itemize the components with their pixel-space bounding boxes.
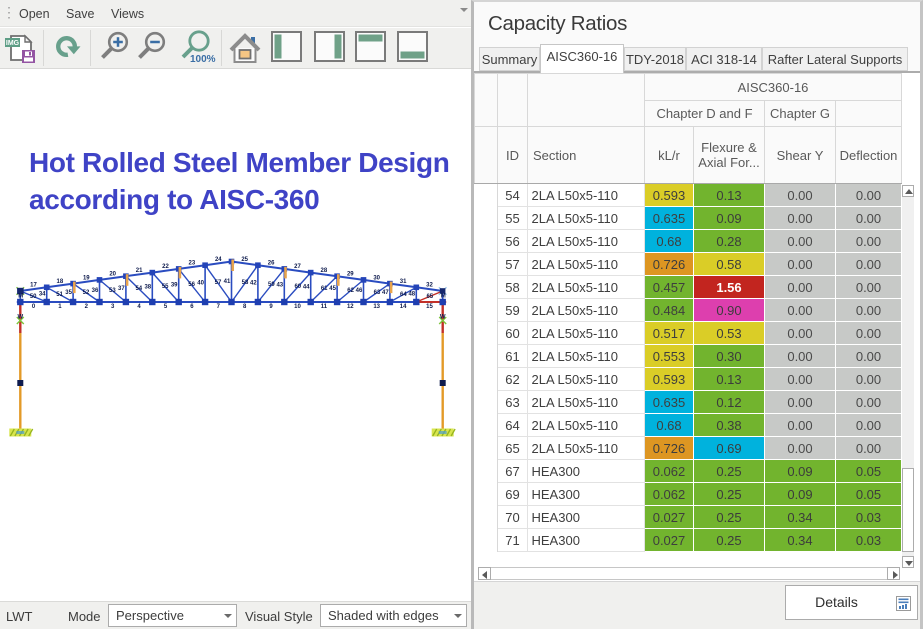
svg-text:17: 17 — [30, 283, 37, 289]
svg-text:19: 19 — [83, 275, 90, 281]
svg-text:35: 35 — [65, 290, 72, 296]
svg-text:52: 52 — [83, 290, 90, 296]
svg-text:25: 25 — [241, 257, 248, 263]
svg-text:64: 64 — [400, 292, 407, 298]
svg-text:18: 18 — [57, 279, 64, 285]
svg-text:57: 57 — [215, 280, 222, 286]
svg-text:7: 7 — [217, 304, 221, 310]
svg-text:36: 36 — [92, 288, 99, 294]
svg-text:27: 27 — [294, 264, 301, 270]
svg-text:0: 0 — [32, 304, 36, 310]
svg-text:26: 26 — [268, 261, 275, 267]
svg-text:51: 51 — [56, 292, 63, 298]
svg-text:9: 9 — [269, 304, 273, 310]
svg-text:48: 48 — [408, 292, 415, 298]
svg-text:41: 41 — [224, 279, 231, 285]
svg-text:50: 50 — [30, 294, 37, 300]
svg-text:10: 10 — [294, 304, 301, 310]
svg-text:39: 39 — [171, 282, 178, 288]
svg-text:12: 12 — [347, 304, 354, 310]
svg-text:63: 63 — [374, 290, 381, 296]
svg-text:2: 2 — [85, 304, 89, 310]
svg-text:47: 47 — [382, 290, 389, 296]
svg-text:44: 44 — [303, 284, 310, 290]
svg-text:M: M — [18, 294, 23, 300]
svg-text:38: 38 — [144, 284, 151, 290]
svg-text:42: 42 — [250, 281, 257, 287]
svg-text:5: 5 — [164, 304, 168, 310]
svg-text:6: 6 — [190, 304, 194, 310]
svg-text:43: 43 — [276, 282, 283, 288]
svg-text:53: 53 — [109, 288, 116, 294]
svg-text:58: 58 — [242, 280, 249, 286]
svg-text:62: 62 — [347, 288, 354, 294]
svg-text:15: 15 — [426, 304, 433, 310]
svg-text:32: 32 — [426, 283, 433, 289]
svg-text:IMG: IMG — [6, 40, 20, 47]
svg-text:40: 40 — [197, 281, 204, 287]
svg-text:20: 20 — [109, 272, 116, 278]
svg-text:46: 46 — [356, 288, 363, 294]
svg-text:100%: 100% — [190, 54, 216, 64]
svg-text:54: 54 — [135, 286, 142, 292]
svg-text:59: 59 — [268, 282, 275, 288]
svg-text:13: 13 — [373, 304, 380, 310]
svg-text:60: 60 — [294, 284, 301, 290]
svg-text:45: 45 — [329, 286, 336, 292]
svg-text:3: 3 — [111, 304, 115, 310]
svg-text:8: 8 — [243, 304, 247, 310]
svg-text:4: 4 — [137, 304, 141, 310]
svg-text:34: 34 — [39, 292, 46, 298]
svg-text:56: 56 — [188, 282, 195, 288]
svg-text:37: 37 — [118, 286, 125, 292]
svg-text:W: W — [440, 315, 446, 321]
svg-text:31: 31 — [400, 279, 407, 285]
svg-text:M: M — [441, 294, 446, 300]
svg-text:11: 11 — [321, 304, 328, 310]
svg-text:29: 29 — [347, 272, 354, 278]
svg-text:30: 30 — [373, 275, 380, 281]
svg-text:W: W — [17, 315, 23, 321]
svg-text:14: 14 — [400, 304, 407, 310]
svg-text:61: 61 — [321, 286, 328, 292]
svg-text:21: 21 — [136, 268, 143, 274]
svg-text:1: 1 — [58, 304, 62, 310]
svg-text:24: 24 — [215, 257, 222, 263]
svg-text:22: 22 — [162, 264, 169, 270]
svg-text:28: 28 — [321, 268, 328, 274]
svg-text:23: 23 — [189, 261, 196, 267]
svg-text:65: 65 — [426, 294, 433, 300]
svg-text:55: 55 — [162, 284, 169, 290]
